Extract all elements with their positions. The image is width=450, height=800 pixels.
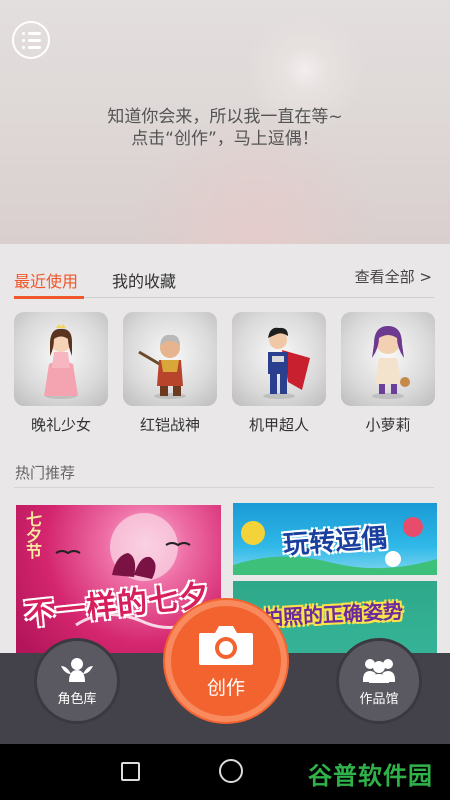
create-button[interactable]: 创作	[165, 600, 287, 722]
see-all-link[interactable]: 查看全部 >	[355, 266, 432, 287]
tab-recent[interactable]: 最近使用	[14, 268, 78, 292]
tab-bar: 最近使用 我的收藏 查看全部 >	[14, 262, 434, 299]
character-library-button[interactable]: 角色库	[34, 638, 120, 724]
girl-evening-dress-avatar	[14, 312, 108, 406]
play-doll-banner[interactable]: 玩转逗偶	[233, 503, 437, 575]
play-doll-title: 玩转逗偶	[282, 523, 389, 561]
warrior-avatar	[123, 312, 217, 406]
gallery-label: 作品馆	[359, 691, 399, 707]
gallery-button[interactable]: 作品馆	[336, 638, 422, 724]
section-divider	[14, 487, 434, 488]
hot-section-title: 热门推荐	[15, 464, 76, 482]
people-group-icon	[363, 658, 395, 683]
superhero-avatar	[232, 312, 326, 406]
character-label: 晚礼少女	[30, 416, 91, 434]
create-label: 创作	[206, 676, 245, 699]
character-card[interactable]: 晚礼少女	[14, 312, 108, 435]
home-icon[interactable]	[219, 759, 243, 783]
tab-favorites[interactable]: 我的收藏	[112, 268, 176, 292]
hero-banner: 知道你会来，所以我一直在等~ 点击“创作”，马上逗偶！	[0, 0, 450, 244]
character-card[interactable]: 机甲超人	[232, 312, 326, 435]
character-library-label: 角色库	[57, 691, 97, 707]
character-label: 机甲超人	[248, 416, 309, 434]
character-card[interactable]: 红铠战神	[123, 312, 217, 435]
camera-icon	[199, 625, 253, 665]
character-card[interactable]: 小萝莉	[341, 312, 435, 435]
active-tab-indicator	[14, 296, 84, 299]
recent-apps-icon[interactable]	[121, 762, 140, 781]
menu-button[interactable]	[12, 21, 50, 59]
little-girl-avatar	[341, 312, 435, 406]
list-icon	[21, 31, 41, 35]
qixi-side-text: 七夕节	[23, 511, 42, 559]
winged-character-icon	[61, 657, 93, 682]
hero-text-line2: 点击“创作”，马上逗偶！	[131, 129, 319, 149]
character-label: 小萝莉	[365, 416, 411, 434]
watermark-logo: 谷普软件园	[308, 762, 433, 790]
character-label: 红铠战神	[139, 416, 200, 434]
